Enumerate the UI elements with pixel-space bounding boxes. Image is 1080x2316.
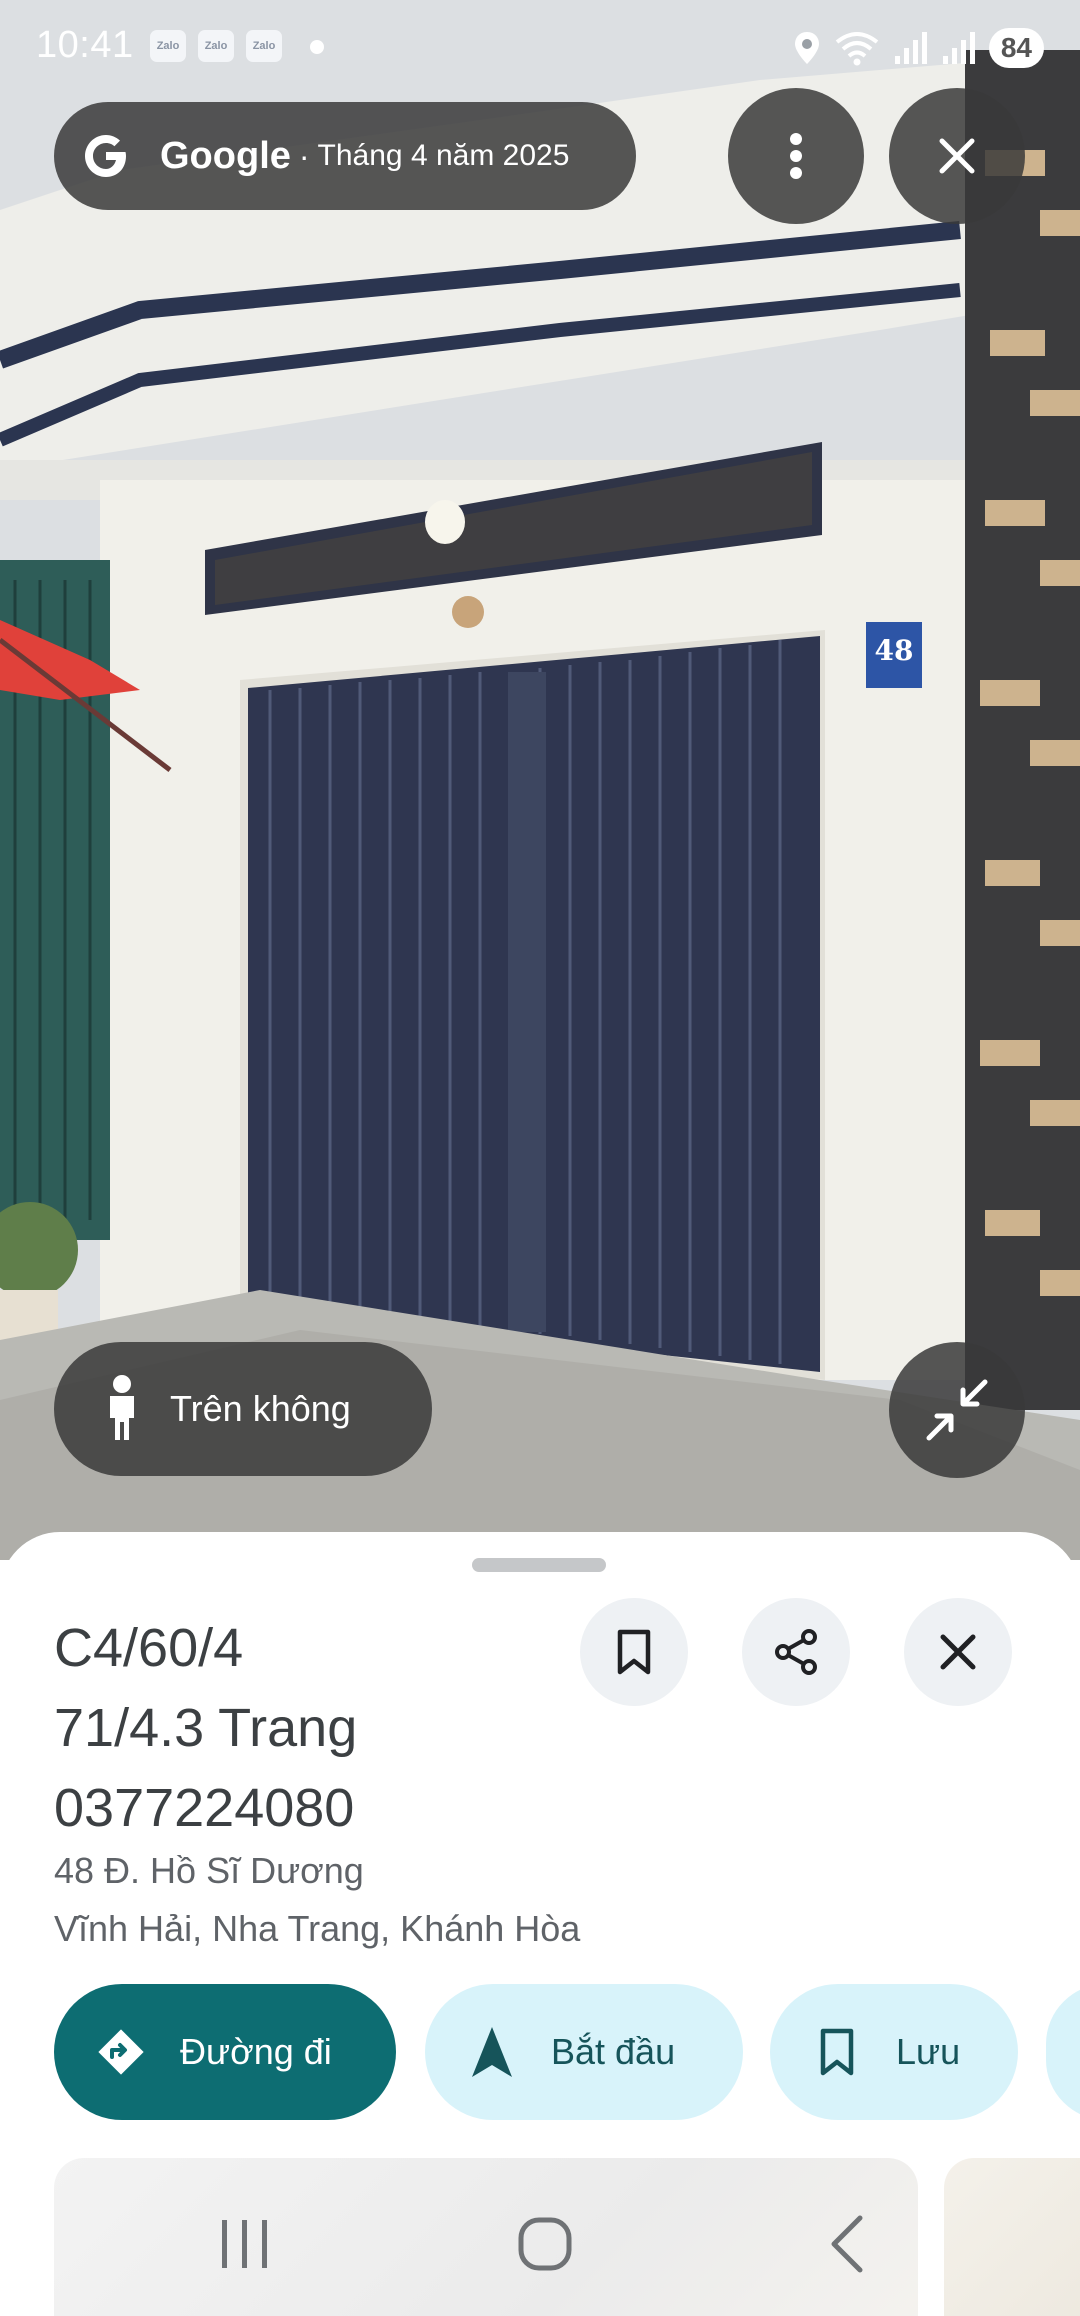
- navigation-arrow-icon: [472, 2027, 512, 2077]
- signal-icon: [942, 32, 975, 64]
- directions-label: Đường đi: [180, 2031, 332, 2072]
- place-title-line: 0377224080: [54, 1778, 355, 1838]
- place-title-line: 71/4.3 Trang: [54, 1698, 358, 1758]
- more-vert-icon: [790, 133, 802, 179]
- signal-icon: [894, 32, 927, 64]
- status-time: 10:41: [36, 24, 134, 66]
- battery-level: 84: [988, 28, 1044, 68]
- house-number-sign: 48: [875, 634, 914, 667]
- zalo-notification-icon: Zalo: [150, 30, 186, 62]
- more-notifications-dot-icon: [310, 40, 324, 54]
- start-label: Bắt đầu: [551, 2031, 676, 2072]
- system-navigation-bar: [0, 2176, 1080, 2316]
- status-bar: 10:41 Zalo Zalo Zalo 84: [0, 0, 1080, 96]
- collapse-view-button[interactable]: [889, 1342, 1025, 1478]
- zalo-notification-icon: Zalo: [198, 30, 234, 62]
- street-view-source-pill[interactable]: Google · Tháng 4 năm 2025: [54, 102, 636, 210]
- close-icon: [940, 1634, 976, 1670]
- collapse-icon: [926, 1379, 988, 1441]
- bookmark-icon: [820, 2028, 854, 2076]
- capture-date: Tháng 4 năm 2025: [317, 139, 570, 172]
- close-sheet-button[interactable]: [904, 1598, 1012, 1706]
- pegman-icon: [110, 1375, 134, 1440]
- address-street: 48 Đ. Hồ Sĩ Dương: [54, 1850, 364, 1891]
- share-button[interactable]: [742, 1598, 850, 1706]
- place-address: 48 Đ. Hồ Sĩ Dương Vĩnh Hải, Nha Trang, K…: [54, 1842, 580, 1958]
- recent-apps-button[interactable]: [218, 2214, 272, 2274]
- save-label: Lưu: [896, 2031, 961, 2072]
- more-actions-chip[interactable]: [1046, 1984, 1080, 2120]
- directions-button[interactable]: Đường đi: [54, 1984, 396, 2120]
- google-logo-icon: [85, 135, 126, 177]
- save-place-button[interactable]: [580, 1598, 688, 1706]
- close-street-view-button[interactable]: [889, 88, 1025, 224]
- bookmark-icon: [617, 1629, 651, 1675]
- more-options-button[interactable]: [728, 88, 864, 224]
- aerial-view-label: Trên không: [170, 1388, 351, 1429]
- back-button[interactable]: [826, 2214, 866, 2274]
- place-title: C4/60/4 71/4.3 Trang 0377224080: [54, 1608, 574, 1848]
- share-icon: [775, 1629, 817, 1675]
- directions-icon: [98, 2029, 144, 2075]
- aerial-view-toggle[interactable]: Trên không: [54, 1342, 432, 1476]
- provider-label: Google: [160, 134, 291, 177]
- address-locality: Vĩnh Hải, Nha Trang, Khánh Hòa: [54, 1908, 581, 1949]
- place-title-line: C4/60/4: [54, 1618, 244, 1678]
- street-view-image[interactable]: 48: [0, 0, 1080, 1560]
- location-icon: [794, 32, 819, 64]
- start-navigation-button[interactable]: Bắt đầu: [425, 1984, 743, 2120]
- save-chip-button[interactable]: Lưu: [770, 1984, 1018, 2120]
- action-chips: Đường đi Bắt đầu Lưu: [54, 1984, 1080, 2120]
- wifi-icon: [835, 32, 879, 66]
- street-view-scene: 48: [0, 0, 1080, 1560]
- sheet-drag-handle[interactable]: [472, 1558, 606, 1572]
- separator: ·: [298, 137, 310, 174]
- zalo-notification-icon: Zalo: [246, 30, 282, 62]
- home-button[interactable]: [515, 2214, 575, 2274]
- close-icon: [939, 138, 975, 174]
